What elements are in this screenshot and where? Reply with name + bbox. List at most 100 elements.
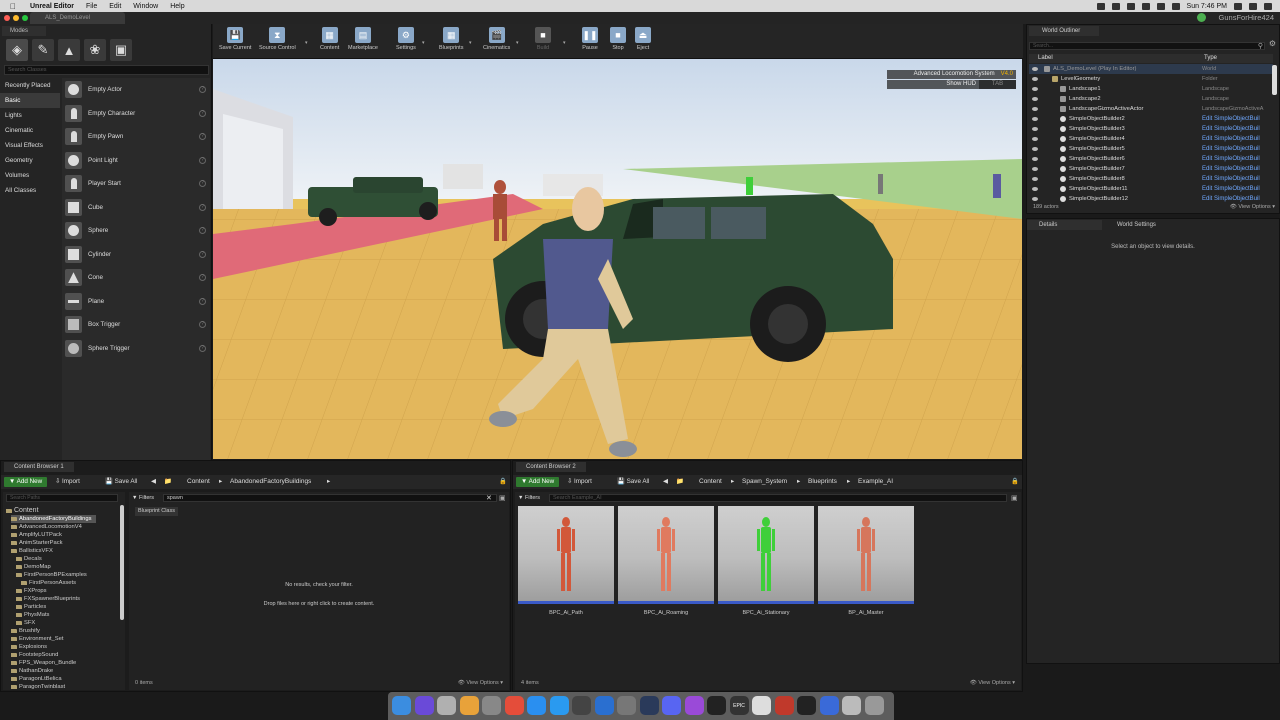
maximize-window-button[interactable] bbox=[22, 15, 28, 21]
outliner-row[interactable]: ALS_DemoLevel (Play In Editor) World bbox=[1029, 64, 1273, 74]
asset-tile[interactable]: BPC_Ai_Stationary bbox=[718, 506, 814, 616]
folder-tree-item[interactable]: Explosions bbox=[11, 643, 47, 651]
edit-blueprint-link[interactable]: Edit SimpleObjectBuil bbox=[1202, 144, 1260, 154]
category-volumes[interactable]: Volumes bbox=[0, 168, 60, 183]
lock-icon[interactable]: 🔒 bbox=[499, 477, 507, 487]
control-center-icon[interactable] bbox=[1264, 2, 1272, 10]
build-button[interactable]: ■ Build bbox=[535, 27, 551, 57]
blueprints-button[interactable]: ▦ Blueprints bbox=[439, 27, 463, 57]
outliner-row[interactable]: Landscape1 Landscape bbox=[1029, 84, 1273, 94]
outliner-row[interactable]: SimpleObjectBuilder4 Edit SimpleObjectBui… bbox=[1029, 134, 1273, 144]
category-recently-placed[interactable]: Recently Placed bbox=[0, 78, 60, 93]
marketplace-button[interactable]: ▤ Marketplace bbox=[348, 27, 378, 57]
preferences-icon[interactable] bbox=[482, 696, 501, 715]
stop-button[interactable]: ■ Stop bbox=[610, 27, 626, 57]
paint-mode-icon[interactable]: ✎ bbox=[32, 39, 54, 61]
import-button[interactable]: ⇩ Import bbox=[55, 477, 80, 487]
category-lights[interactable]: Lights bbox=[0, 108, 60, 123]
breadcrumb-item[interactable]: Content bbox=[187, 477, 210, 487]
status-icon[interactable] bbox=[1126, 2, 1135, 10]
world-outliner-tab[interactable]: World Outliner bbox=[1029, 26, 1099, 36]
help-icon[interactable]: ? bbox=[199, 344, 206, 352]
help-icon[interactable] bbox=[617, 696, 636, 715]
trash-icon[interactable] bbox=[864, 696, 884, 715]
folder-tree-item[interactable]: FirstPersonAssets bbox=[21, 579, 76, 587]
folder-tree-item[interactable]: Decals bbox=[16, 555, 42, 563]
edit-blueprint-link[interactable]: Edit SimpleObjectBuil bbox=[1202, 114, 1260, 124]
chrome-icon[interactable] bbox=[504, 696, 524, 715]
visibility-eye-icon[interactable] bbox=[1032, 137, 1038, 141]
preview-icon[interactable] bbox=[842, 696, 861, 715]
help-icon[interactable]: ? bbox=[199, 250, 206, 258]
modes-tab[interactable]: Modes bbox=[2, 26, 46, 36]
edit-blueprint-link[interactable]: Edit SimpleObjectBuil bbox=[1202, 154, 1260, 164]
placeable-item[interactable]: Empty Actor? bbox=[62, 78, 210, 102]
folder-tree-item[interactable]: FirstPersonBPExamples bbox=[16, 571, 87, 579]
history-back-icon[interactable]: ◀ bbox=[151, 477, 156, 487]
app-icon[interactable] bbox=[819, 696, 839, 715]
user-icon[interactable] bbox=[1234, 2, 1242, 10]
help-icon[interactable]: ? bbox=[199, 156, 206, 164]
search-icon[interactable] bbox=[1249, 2, 1257, 10]
status-icon[interactable] bbox=[1096, 2, 1105, 10]
add-new-button[interactable]: ▼ Add New bbox=[4, 477, 48, 487]
add-new-button[interactable]: ▼ Add New bbox=[516, 477, 560, 487]
finder-icon[interactable] bbox=[392, 696, 411, 715]
help-icon[interactable]: ? bbox=[199, 274, 206, 282]
label-column-header[interactable]: Label bbox=[1038, 54, 1053, 63]
blueprints-dropdown-icon[interactable]: ▾ bbox=[469, 40, 472, 46]
visibility-eye-icon[interactable] bbox=[1032, 187, 1038, 191]
visibility-eye-icon[interactable] bbox=[1032, 87, 1038, 91]
outliner-row[interactable]: SimpleObjectBuilder6 Edit SimpleObjectBui… bbox=[1029, 154, 1273, 164]
volume-icon[interactable] bbox=[1156, 2, 1165, 10]
epic-games-icon[interactable]: EPIC bbox=[729, 696, 749, 715]
minimize-window-button[interactable] bbox=[13, 15, 19, 21]
placeable-item[interactable]: Cube? bbox=[62, 196, 210, 220]
content-browser-2-tab[interactable]: Content Browser 2 bbox=[516, 462, 586, 472]
path-picker-icon[interactable]: 📁 bbox=[164, 477, 172, 487]
clock[interactable]: Sun 7:46 PM bbox=[1187, 3, 1227, 10]
help-icon[interactable]: ? bbox=[199, 109, 206, 117]
help-icon[interactable]: ? bbox=[199, 321, 206, 329]
world-settings-tab[interactable]: World Settings bbox=[1105, 220, 1185, 230]
folder-tree-item[interactable]: AdvancedLocomotionV4 bbox=[11, 523, 82, 531]
category-all-classes[interactable]: All Classes bbox=[0, 183, 60, 198]
clear-search-icon[interactable]: ✕ bbox=[486, 494, 492, 502]
path-picker-icon[interactable]: 📁 bbox=[676, 477, 684, 487]
placeable-item[interactable]: Sphere Trigger? bbox=[62, 337, 210, 361]
outliner-search-input[interactable]: Search... bbox=[1029, 42, 1265, 50]
outliner-row[interactable]: SimpleObjectBuilder2 Edit SimpleObjectBui… bbox=[1029, 114, 1273, 124]
folder-tree-item[interactable]: Environment_Set bbox=[11, 635, 63, 643]
steam-icon[interactable] bbox=[639, 696, 659, 715]
help-icon[interactable]: ? bbox=[199, 227, 206, 235]
filter-chip[interactable]: Blueprint Class bbox=[135, 507, 178, 516]
folder-tree-item[interactable]: BallisticsVFX bbox=[11, 547, 53, 555]
visibility-eye-icon[interactable] bbox=[1032, 127, 1038, 131]
folder-tree-item[interactable]: SFX bbox=[16, 619, 35, 627]
category-basic[interactable]: Basic bbox=[0, 93, 60, 108]
placeable-item[interactable]: Empty Pawn? bbox=[62, 125, 210, 149]
asset-search-input[interactable]: Search Example_AI bbox=[549, 494, 1007, 502]
folder-tree-item[interactable]: FXProps bbox=[16, 587, 47, 595]
landscape-mode-icon[interactable]: ▲ bbox=[58, 39, 80, 61]
save-search-icon[interactable]: ▣ bbox=[1011, 494, 1018, 502]
settings-dropdown-icon[interactable]: ▾ bbox=[422, 40, 425, 46]
folder-tree-item[interactable]: PhysMats bbox=[16, 611, 49, 619]
placeable-item[interactable]: Cylinder? bbox=[62, 243, 210, 267]
pause-button[interactable]: ❚❚ Pause bbox=[582, 27, 598, 57]
save-all-button[interactable]: 💾 Save All bbox=[617, 477, 649, 487]
edit-blueprint-link[interactable]: Edit SimpleObjectBuil bbox=[1202, 124, 1260, 134]
category-geometry[interactable]: Geometry bbox=[0, 153, 60, 168]
podcasts-icon[interactable] bbox=[684, 696, 704, 715]
foliage-mode-icon[interactable]: ❀ bbox=[84, 39, 106, 61]
help-icon[interactable]: ? bbox=[199, 297, 206, 305]
outliner-row[interactable]: SimpleObjectBuilder11 Edit SimpleObjectBu… bbox=[1029, 184, 1273, 194]
edit-blueprint-link[interactable]: Edit SimpleObjectBuil bbox=[1202, 174, 1260, 184]
edit-blueprint-link[interactable]: Edit SimpleObjectBuil bbox=[1202, 184, 1260, 194]
place-mode-icon[interactable]: ◈ bbox=[6, 39, 28, 61]
appletv-icon[interactable] bbox=[707, 696, 726, 715]
help-icon[interactable]: ? bbox=[199, 86, 206, 94]
outliner-scrollbar[interactable] bbox=[1272, 65, 1277, 95]
user-name[interactable]: GunsForHire424 bbox=[1219, 12, 1274, 24]
appstore-icon[interactable] bbox=[527, 696, 546, 715]
